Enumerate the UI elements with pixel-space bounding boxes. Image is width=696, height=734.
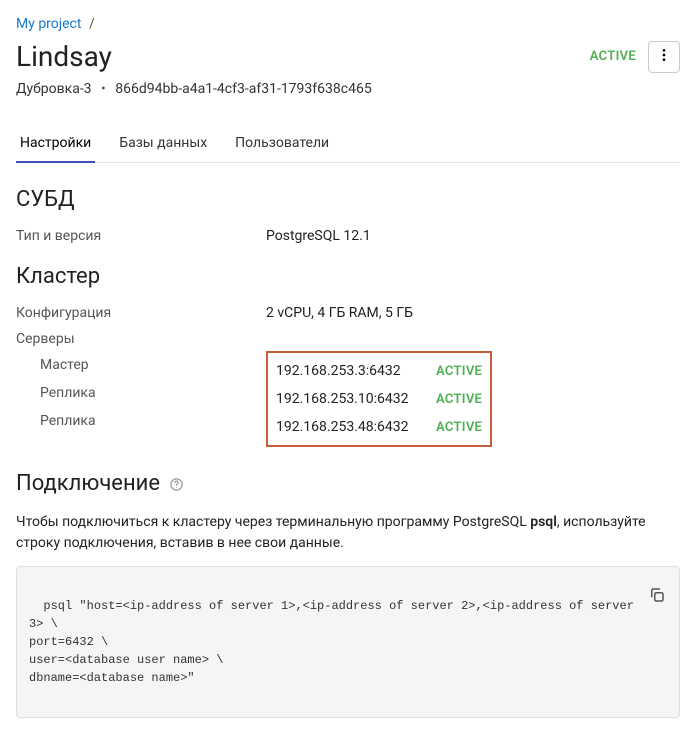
server-status: ACTIVE [436,364,482,379]
server-role: Реплика [16,413,266,429]
dbms-type-row: Тип и версия PostgreSQL 12.1 [16,228,680,244]
copy-icon [648,556,666,622]
connection-tool: psql [530,514,557,530]
server-role: Мастер [16,357,266,373]
section-connection-heading: Подключение [16,471,680,496]
cluster-config-label: Конфигурация [16,305,266,321]
breadcrumb: My project / [16,16,680,32]
server-address: 192.168.253.48:6432 [276,419,436,435]
server-row: 192.168.253.3:6432 ACTIVE [276,357,482,385]
breadcrumb-project-link[interactable]: My project [16,16,81,32]
server-status: ACTIVE [436,420,482,435]
cluster-uuid: 866d94bb-a4a1-4cf3-af31-1793f638c465 [115,81,371,97]
server-role-row: Реплика [16,379,266,407]
server-status: ACTIVE [436,392,482,407]
section-dbms-heading: СУБД [16,187,680,212]
server-row: 192.168.253.10:6432 ACTIVE [276,385,482,413]
server-address: 192.168.253.10:6432 [276,391,436,407]
dbms-type-value: PostgreSQL 12.1 [266,228,371,244]
dot-separator: • [101,81,106,97]
server-address: 192.168.253.3:6432 [276,363,436,379]
breadcrumb-separator: / [89,16,95,32]
tabs: Настройки Базы данных Пользователи [16,125,680,163]
section-cluster-heading: Кластер [16,264,680,289]
tab-settings[interactable]: Настройки [16,125,95,163]
server-role: Реплика [16,385,266,401]
connection-description: Чтобы подключиться к кластеру через терм… [16,512,680,554]
page-header: Lindsay ACTIVE [16,40,680,73]
copy-button[interactable] [643,575,671,603]
more-vertical-icon [656,47,672,66]
cluster-subline: Дубровка-3 • 866d94bb-a4a1-4cf3-af31-179… [16,81,680,97]
dbms-type-label: Тип и версия [16,228,266,244]
cluster-config-value: 2 vCPU, 4 ГБ RAM, 5 ГБ [266,305,413,321]
tab-databases[interactable]: Базы данных [115,125,211,163]
server-role-row: Реплика [16,407,266,435]
servers-highlight-box: 192.168.253.3:6432 ACTIVE 192.168.253.10… [266,351,492,447]
connection-code-block: psql "host=<ip-address of server 1>,<ip-… [16,566,680,718]
page-title: Lindsay [16,40,112,73]
cluster-config-row: Конфигурация 2 vCPU, 4 ГБ RAM, 5 ГБ [16,305,680,321]
status-badge: ACTIVE [590,49,636,64]
more-menu-button[interactable] [648,41,680,73]
connection-code: psql "host=<ip-address of server 1>,<ip-… [29,599,641,685]
help-icon[interactable] [169,477,184,492]
zone-label: Дубровка-3 [16,81,92,97]
server-row: 192.168.253.48:6432 ACTIVE [276,413,482,441]
tab-users[interactable]: Пользователи [231,125,333,163]
servers-label: Серверы [16,331,266,347]
servers-block: Серверы Мастер Реплика Реплика 192.168.2… [16,331,680,447]
server-role-row: Мастер [16,351,266,379]
